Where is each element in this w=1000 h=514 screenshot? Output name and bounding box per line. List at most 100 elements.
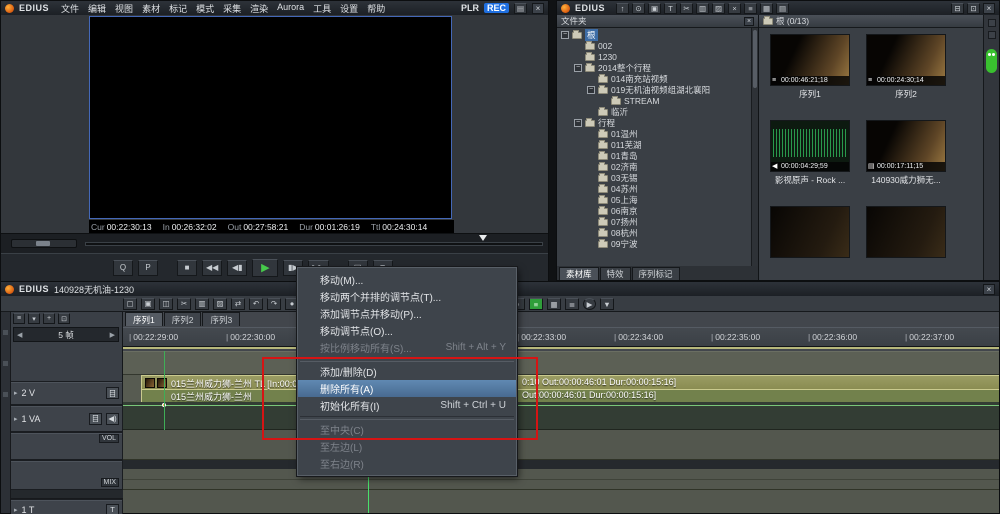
tree-item[interactable]: 05上海 xyxy=(557,194,758,205)
play-icon[interactable]: ▶ xyxy=(252,259,278,277)
tree-item[interactable]: − 根 xyxy=(557,29,758,40)
track-lane-1va-audio[interactable]: 015兰州威力狮-兰州 Out:00:00:46:01 Dur:00:00:15… xyxy=(123,390,999,402)
context-menu-item[interactable]: 至右边(R) xyxy=(298,455,516,472)
close-icon[interactable]: × xyxy=(983,284,995,295)
paste-icon[interactable]: ▨ xyxy=(712,3,725,14)
float-icon[interactable]: ⊡ xyxy=(967,3,980,14)
menu-item[interactable]: Aurora xyxy=(277,2,304,15)
tree-item[interactable]: 01温州 xyxy=(557,128,758,139)
play-button-icon[interactable]: ▶ xyxy=(583,298,596,310)
search-icon[interactable]: ⊙ xyxy=(632,3,645,14)
bin-clip[interactable]: ◀ 00:00:04:29;59 影视原声 - Rock ... xyxy=(767,120,853,186)
track-header-vol[interactable]: VOL xyxy=(11,432,123,460)
copy-icon[interactable]: ▥ xyxy=(195,298,209,310)
sequence-tab[interactable]: 序列3 xyxy=(202,312,240,326)
close-pane-icon[interactable]: × xyxy=(744,17,754,26)
jog-icon[interactable]: Q xyxy=(113,260,133,276)
sequence-tab[interactable]: 序列2 xyxy=(164,312,202,326)
tree-item[interactable]: 011芜湖 xyxy=(557,139,758,150)
settings-menu-icon[interactable]: ▼ xyxy=(600,298,614,310)
strip-button[interactable] xyxy=(988,19,996,27)
tree-item[interactable]: − 行程 xyxy=(557,117,758,128)
tree-item[interactable]: 014南充站视频 xyxy=(557,73,758,84)
cut-icon[interactable]: ✂ xyxy=(177,298,191,310)
plr-mode-label[interactable]: PLR xyxy=(461,3,479,13)
tree-item[interactable]: 07扬州 xyxy=(557,216,758,227)
menu-item[interactable]: 工具 xyxy=(313,2,331,15)
copy-icon[interactable]: ▥ xyxy=(696,3,709,14)
clip-thumbnail[interactable] xyxy=(866,206,946,258)
bin-clip[interactable] xyxy=(863,206,949,260)
track-header-1t[interactable]: ▸ 1 T T xyxy=(11,499,123,514)
bin-tab[interactable]: 序列标记 xyxy=(632,267,680,280)
track-header-2v[interactable]: ▸ 2 V 目 xyxy=(11,381,123,405)
tree-item[interactable]: 临沂 xyxy=(557,106,758,117)
menu-item[interactable]: 采集 xyxy=(223,2,241,15)
pattern-icon[interactable]: ▦ xyxy=(547,298,561,310)
tree-item[interactable]: STREAM xyxy=(557,95,758,106)
mix-mode-selector[interactable]: MIX xyxy=(101,478,119,487)
mixer-icon[interactable]: ≣ xyxy=(565,298,579,310)
close-icon[interactable]: × xyxy=(532,3,544,14)
context-menu-item[interactable]: 移动两个并排的调节点(T)... xyxy=(298,288,516,305)
sync-rec-icon[interactable]: ≡ xyxy=(529,298,543,310)
scale-prev-icon[interactable]: ◀ xyxy=(17,331,22,339)
tree-item[interactable]: − 2014整个行程 xyxy=(557,62,758,73)
new-sequence-icon[interactable]: ▢ xyxy=(123,298,137,310)
track-lane-mix[interactable] xyxy=(123,430,999,460)
marker-icon[interactable]: ▾ xyxy=(28,313,40,324)
track-height-icon[interactable]: ≡ xyxy=(13,313,25,324)
track-expand-icon[interactable]: ▸ xyxy=(14,389,18,397)
tree-item[interactable]: 08杭州 xyxy=(557,227,758,238)
timescale-selector[interactable]: ◀ 5 帧 ▶ xyxy=(13,327,119,342)
context-menu-item[interactable]: 按比例移动所有(S)... Shift + Alt + Y xyxy=(298,339,516,356)
menu-item[interactable]: 文件 xyxy=(61,2,79,15)
track-lane-1a[interactable] xyxy=(123,490,999,513)
menu-item[interactable]: 模式 xyxy=(196,2,214,15)
bin-tab[interactable]: 素材库 xyxy=(559,267,599,280)
video-mute-icon[interactable]: 目 xyxy=(106,387,119,399)
rec-mode-button[interactable]: REC xyxy=(484,3,509,13)
volume-rubber-band[interactable] xyxy=(123,405,999,406)
tree-item[interactable]: 01青岛 xyxy=(557,150,758,161)
tree-expander-icon[interactable]: − xyxy=(574,119,582,127)
thumbnail-view-icon[interactable]: ▦ xyxy=(760,3,773,14)
text-title-icon[interactable]: T xyxy=(664,3,677,14)
tree-expander-icon[interactable]: − xyxy=(574,64,582,72)
tree-item[interactable]: 06南京 xyxy=(557,205,758,216)
menu-item[interactable]: 帮助 xyxy=(367,2,385,15)
detail-view-icon[interactable]: ▤ xyxy=(776,3,789,14)
position-bar[interactable] xyxy=(85,242,543,246)
tree-item[interactable]: 03无锡 xyxy=(557,172,758,183)
tree-item[interactable]: 1230 xyxy=(557,51,758,62)
prev-frame-icon[interactable]: ◀▮ xyxy=(227,260,247,276)
zoom-fit-icon[interactable]: ⊡ xyxy=(58,313,70,324)
speaker-icon[interactable]: ◀) xyxy=(106,413,119,425)
bin-clip[interactable]: ≡ 00:00:46:21;18 序列1 xyxy=(767,34,853,100)
menu-item[interactable]: 渲染 xyxy=(250,2,268,15)
menu-item[interactable]: 编辑 xyxy=(88,2,106,15)
title-track-icon[interactable]: T xyxy=(106,504,119,514)
tree-item[interactable]: 002 xyxy=(557,40,758,51)
scale-next-icon[interactable]: ▶ xyxy=(110,331,115,339)
tree-item[interactable]: 02济南 xyxy=(557,161,758,172)
undo-icon[interactable]: ↶ xyxy=(249,298,263,310)
tree-expander-icon[interactable]: − xyxy=(587,86,595,94)
track-expand-icon[interactable]: ▸ xyxy=(14,415,18,423)
shuttle-knob[interactable] xyxy=(36,241,50,246)
track-expand-icon[interactable]: ▸ xyxy=(14,506,18,514)
tree-item[interactable]: 04苏州 xyxy=(557,183,758,194)
tree-scrollbar-thumb[interactable] xyxy=(753,30,757,88)
open-project-icon[interactable]: ▣ xyxy=(141,298,155,310)
clip-thumbnail[interactable]: ≡ 00:00:46:21;18 xyxy=(770,34,850,86)
bin-clip[interactable]: ▤ 00:00:17:11;15 140930威力狮无... xyxy=(863,120,949,186)
timeline-ruler[interactable]: 00:22:29:0000:22:30:0000:22:31:0000:22:3… xyxy=(123,327,999,347)
tree-item[interactable]: 09宁波 xyxy=(557,238,758,249)
bin-tab[interactable]: 特效 xyxy=(600,267,631,280)
shuttle-slider[interactable] xyxy=(11,239,77,248)
strip-button[interactable] xyxy=(988,31,996,39)
capture-icon[interactable]: ▣ xyxy=(648,3,661,14)
track-header-1va[interactable]: ▸ 1 VA 目 ◀) xyxy=(11,405,123,432)
menu-item[interactable]: 视图 xyxy=(115,2,133,15)
bin-clip[interactable] xyxy=(767,206,853,260)
